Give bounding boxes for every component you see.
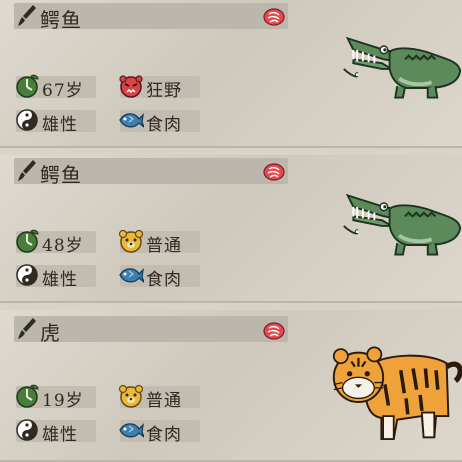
angry-face-icon [119,75,143,98]
age-stat: 19岁 [16,384,96,411]
meat-icon [263,322,285,340]
age-value: 19岁 [42,391,84,411]
fish-icon [119,113,144,128]
animal-card[interactable]: 虎 19岁 普通 雄性 食肉 [0,310,462,462]
diet-stat: 食肉 [119,110,200,135]
yin-yang-icon [16,264,38,286]
yin-yang-icon [16,419,38,441]
meat-icon [263,8,285,26]
animal-card[interactable]: 鳄鱼 67岁 狂野 雄性 食肉 [0,0,462,148]
personality-value: 普通 [146,391,182,411]
brush-icon[interactable] [18,159,38,183]
name-bar[interactable]: 鳄鱼 [14,158,288,187]
fish-icon [119,268,144,283]
animal-card[interactable]: 鳄鱼 48岁 普通 雄性 食肉 [0,155,462,303]
name-bar[interactable]: 鳄鱼 [14,3,288,32]
age-value: 67岁 [42,81,84,101]
meat-icon [263,163,285,181]
crocodile-icon [341,193,462,257]
gender-value: 雄性 [42,270,78,290]
age-icon [16,74,39,98]
bear-face-icon [118,384,144,408]
gender-value: 雄性 [42,115,78,135]
age-stat: 48岁 [16,229,96,256]
personality-value: 狂野 [146,81,182,101]
animal-name: 鳄鱼 [40,163,82,187]
gender-stat: 雄性 [16,109,96,135]
animal-name: 虎 [40,321,61,345]
diet-value: 食肉 [146,270,182,290]
brush-icon[interactable] [18,317,38,341]
name-bar[interactable]: 虎 [14,316,288,345]
age-stat: 67岁 [16,74,96,101]
gender-value: 雄性 [42,425,78,445]
crocodile-icon [341,36,462,100]
diet-value: 食肉 [146,115,182,135]
diet-value: 食肉 [146,425,182,445]
animal-name: 鳄鱼 [40,8,82,32]
personality-stat: 普通 [118,229,200,256]
age-icon [16,384,39,408]
age-icon [16,229,39,253]
diet-stat: 食肉 [119,265,200,290]
personality-stat: 普通 [118,384,200,411]
brush-icon[interactable] [18,4,38,28]
tiger-icon [332,326,462,448]
age-value: 48岁 [42,236,84,256]
gender-stat: 雄性 [16,264,96,290]
gender-stat: 雄性 [16,419,96,445]
personality-stat: 狂野 [119,75,200,101]
fish-icon [119,423,144,438]
personality-value: 普通 [146,236,182,256]
bear-face-icon [118,229,144,253]
diet-stat: 食肉 [119,420,200,445]
yin-yang-icon [16,109,38,131]
